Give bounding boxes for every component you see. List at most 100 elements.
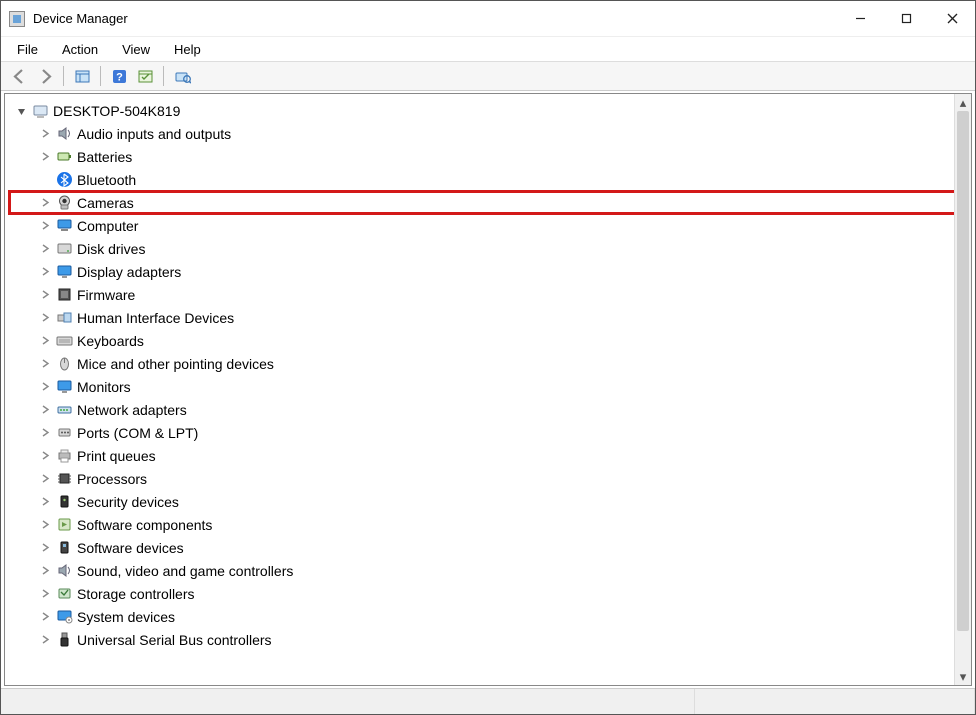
tree-item-label: Software devices (77, 540, 184, 556)
menu-view[interactable]: View (112, 39, 160, 60)
tree-item-label: Print queues (77, 448, 156, 464)
scroll-thumb[interactable] (957, 111, 969, 631)
software2-icon (55, 539, 73, 557)
tree-item-hid[interactable]: Human Interface Devices (9, 306, 967, 329)
expander-right-icon[interactable] (39, 588, 51, 600)
display-icon (55, 263, 73, 281)
tree-item-speaker[interactable]: Audio inputs and outputs (9, 122, 967, 145)
storage-icon (55, 585, 73, 603)
tree-item-system[interactable]: System devices (9, 605, 967, 628)
port-icon (55, 424, 73, 442)
tree-root[interactable]: DESKTOP-504K819 (9, 100, 967, 122)
minimize-button[interactable] (837, 1, 883, 36)
security-icon (55, 493, 73, 511)
tree-item-security[interactable]: Security devices (9, 490, 967, 513)
expander-right-icon[interactable] (39, 151, 51, 163)
tree-item-label: Disk drives (77, 241, 145, 257)
tree-item-display[interactable]: Display adapters (9, 260, 967, 283)
tree-item-usb[interactable]: Universal Serial Bus controllers (9, 628, 967, 651)
help-button[interactable]: ? (107, 64, 131, 88)
expander-right-icon[interactable] (39, 128, 51, 140)
tree-item-label: Computer (77, 218, 138, 234)
expander-right-icon[interactable] (39, 312, 51, 324)
expander-right-icon[interactable] (39, 565, 51, 577)
camera-icon (55, 194, 73, 212)
svg-text:?: ? (116, 71, 123, 83)
tree-item-monitor[interactable]: Monitors (9, 375, 967, 398)
expander-down-icon[interactable] (15, 105, 27, 117)
expander-right-icon[interactable] (39, 496, 51, 508)
tree-item-software[interactable]: Software components (9, 513, 967, 536)
properties-button[interactable] (133, 64, 157, 88)
tree-item-firmware[interactable]: Firmware (9, 283, 967, 306)
menu-file[interactable]: File (7, 39, 48, 60)
tree-item-label: Processors (77, 471, 147, 487)
usb-icon (55, 631, 73, 649)
statusbar-cell (695, 689, 975, 714)
expander-right-icon[interactable] (39, 404, 51, 416)
toolbar-separator (100, 66, 101, 86)
tree-item-label: Firmware (77, 287, 135, 303)
window-controls (837, 1, 975, 36)
statusbar-cell (1, 689, 695, 714)
tree-item-label: Display adapters (77, 264, 181, 280)
firmware-icon (55, 286, 73, 304)
tree-item-label: Ports (COM & LPT) (77, 425, 198, 441)
expander-right-icon[interactable] (39, 197, 51, 209)
tree-item-storage[interactable]: Storage controllers (9, 582, 967, 605)
processor-icon (55, 470, 73, 488)
expander-right-icon[interactable] (39, 450, 51, 462)
tree-item-keyboard[interactable]: Keyboards (9, 329, 967, 352)
tree-item-label: Keyboards (77, 333, 144, 349)
printer-icon (55, 447, 73, 465)
maximize-button[interactable] (883, 1, 929, 36)
tree-item-battery[interactable]: Batteries (9, 145, 967, 168)
expander-right-icon[interactable] (39, 289, 51, 301)
tree-item-port[interactable]: Ports (COM & LPT) (9, 421, 967, 444)
vertical-scrollbar[interactable]: ▴ ▾ (954, 94, 971, 685)
hid-icon (55, 309, 73, 327)
tree-item-software2[interactable]: Software devices (9, 536, 967, 559)
close-button[interactable] (929, 1, 975, 36)
tree-item-network[interactable]: Network adapters (9, 398, 967, 421)
expander-right-icon[interactable] (39, 243, 51, 255)
scan-hardware-button[interactable] (170, 64, 194, 88)
expander-right-icon[interactable] (39, 427, 51, 439)
tree-item-sound[interactable]: Sound, video and game controllers (9, 559, 967, 582)
expander-right-icon[interactable] (39, 611, 51, 623)
tree-item-printer[interactable]: Print queues (9, 444, 967, 467)
computer-icon (31, 102, 49, 120)
expander-right-icon[interactable] (39, 220, 51, 232)
expander-right-icon[interactable] (39, 381, 51, 393)
menu-help[interactable]: Help (164, 39, 211, 60)
device-tree: DESKTOP-504K819 Audio inputs and outputs… (5, 94, 971, 657)
scroll-up-icon[interactable]: ▴ (955, 94, 971, 111)
expander-right-icon[interactable] (39, 542, 51, 554)
tree-item-camera[interactable]: Cameras (9, 191, 967, 214)
show-hide-console-button[interactable] (70, 64, 94, 88)
computer-icon (55, 217, 73, 235)
expander-right-icon[interactable] (39, 335, 51, 347)
forward-button[interactable] (33, 64, 57, 88)
tree-item-label: Sound, video and game controllers (77, 563, 293, 579)
tree-item-mouse[interactable]: Mice and other pointing devices (9, 352, 967, 375)
expander-right-icon[interactable] (39, 519, 51, 531)
expander-right-icon[interactable] (39, 358, 51, 370)
expander-right-icon[interactable] (39, 634, 51, 646)
statusbar (1, 688, 975, 714)
tree-item-computer[interactable]: Computer (9, 214, 967, 237)
tree-item-label: Audio inputs and outputs (77, 126, 231, 142)
tree-item-label: Security devices (77, 494, 179, 510)
expander-right-icon[interactable] (39, 473, 51, 485)
tree-item-label: Monitors (77, 379, 131, 395)
disk-icon (55, 240, 73, 258)
toolbar-separator (163, 66, 164, 86)
tree-item-disk[interactable]: Disk drives (9, 237, 967, 260)
network-icon (55, 401, 73, 419)
scroll-down-icon[interactable]: ▾ (955, 668, 971, 685)
expander-right-icon[interactable] (39, 266, 51, 278)
menu-action[interactable]: Action (52, 39, 108, 60)
tree-item-bluetooth[interactable]: Bluetooth (9, 168, 967, 191)
back-button[interactable] (7, 64, 31, 88)
tree-item-processor[interactable]: Processors (9, 467, 967, 490)
